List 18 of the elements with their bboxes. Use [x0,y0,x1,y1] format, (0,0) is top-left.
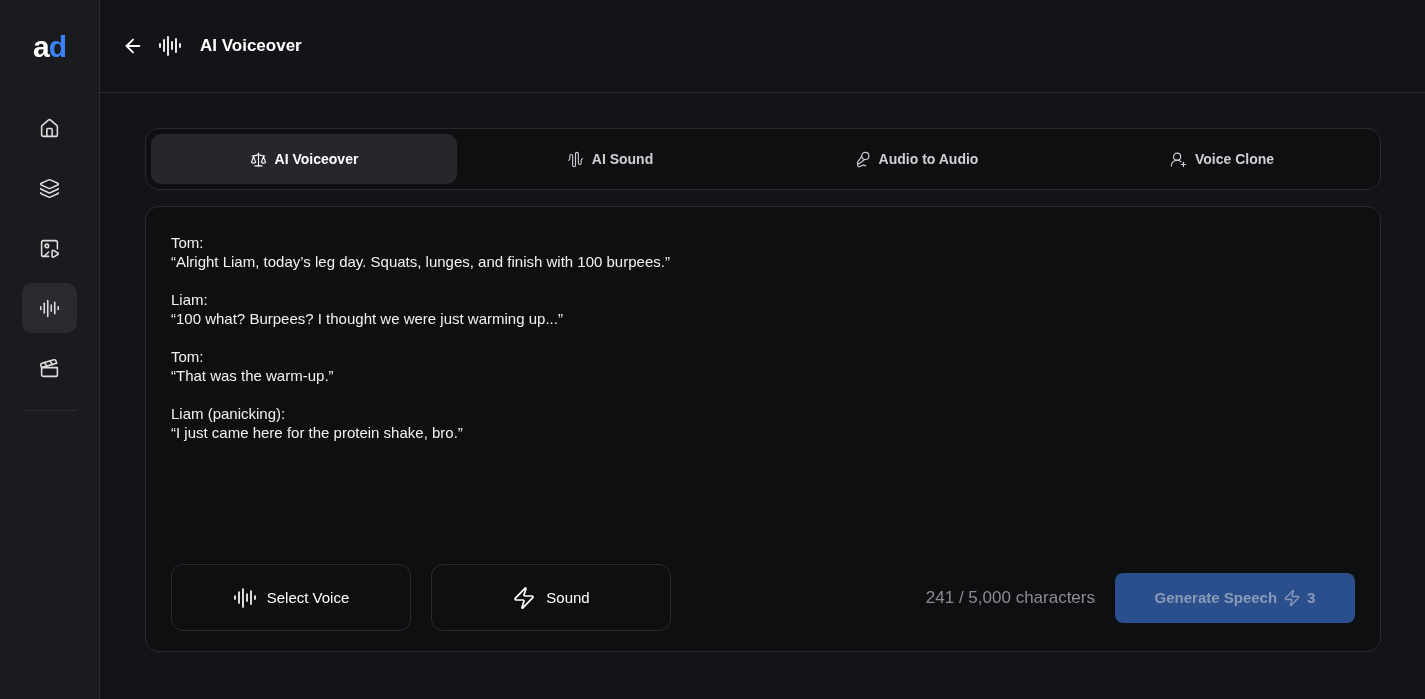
action-button[interactable]: Sound [431,564,671,631]
character-counter: 241 / 5,000 characters [925,587,1095,608]
tab[interactable]: AI Sound [457,134,763,184]
tab[interactable]: Audio to Audio [763,134,1069,184]
speaker-label: Liam: [171,290,209,309]
dialogue-line: “I just came here for the protein shake, bro.” [171,423,464,442]
logo: ad [33,28,66,65]
tab[interactable]: AI Voiceover [151,134,457,184]
speaker-label: Liam (panicking): [171,404,287,423]
tab[interactable]: Voice Clone [1069,134,1375,184]
dialogue-line: “100 what? Burpees? I thought we were just warming up...” [171,309,564,328]
dialogue-line: “That was the warm-up.” [171,366,335,385]
dialogue-line: “Alright Liam, today’s leg day. Squats, lunges, and finish with 100 burpees.” [171,252,671,271]
action-button[interactable]: Select Voice [171,564,411,631]
page-title: AI Voiceover [200,36,302,56]
speaker-label: Tom: [171,233,205,252]
credit-cost: 3 [1307,589,1316,606]
speaker-label: Tom: [171,347,205,366]
